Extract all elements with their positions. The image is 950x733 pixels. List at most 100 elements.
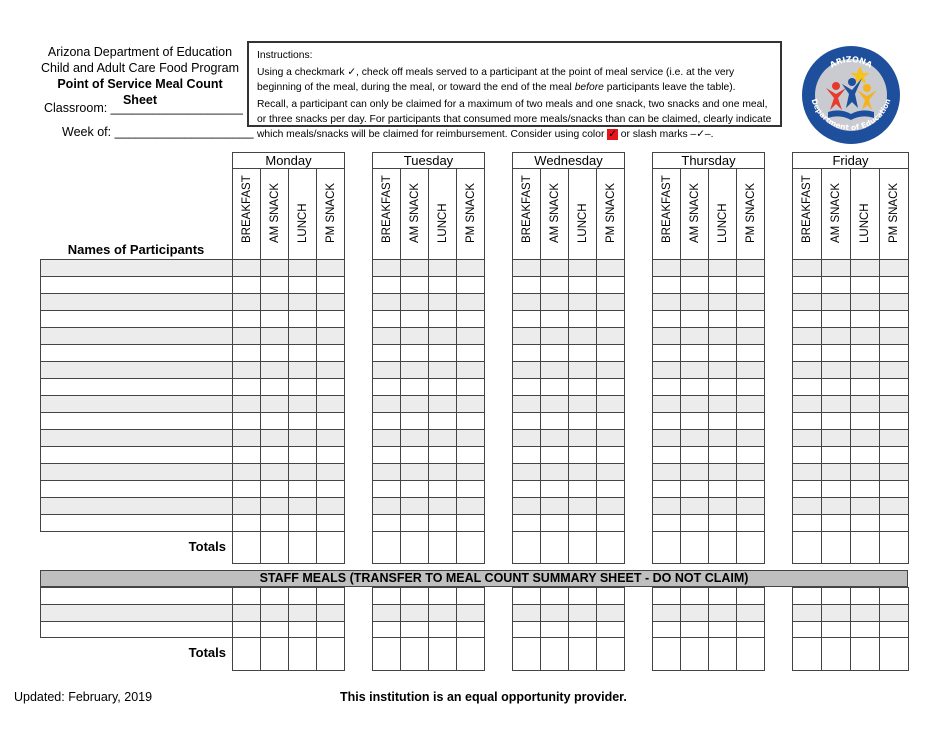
staff-check-cell[interactable]: [540, 604, 569, 622]
meal-check-cell[interactable]: [879, 310, 909, 328]
meal-check-cell[interactable]: [316, 497, 345, 515]
staff-check-cell[interactable]: [400, 604, 429, 622]
meal-check-cell[interactable]: [821, 361, 851, 379]
meal-check-cell[interactable]: [232, 497, 261, 515]
staff-check-cell[interactable]: [596, 621, 625, 638]
meal-check-cell[interactable]: [512, 395, 541, 413]
meal-check-cell[interactable]: [512, 327, 541, 345]
staff-check-cell[interactable]: [260, 587, 289, 605]
meal-check-cell[interactable]: [260, 480, 289, 498]
meal-check-cell[interactable]: [821, 327, 851, 345]
meal-check-cell[interactable]: [316, 293, 345, 311]
meal-check-cell[interactable]: [708, 344, 737, 362]
meal-check-cell[interactable]: [596, 497, 625, 515]
participant-name-field[interactable]: [40, 259, 233, 277]
staff-total-cell[interactable]: [288, 637, 317, 671]
staff-check-cell[interactable]: [792, 604, 822, 622]
meal-check-cell[interactable]: [400, 514, 429, 532]
meal-check-cell[interactable]: [540, 259, 569, 277]
meal-check-cell[interactable]: [400, 395, 429, 413]
meal-check-cell[interactable]: [260, 412, 289, 430]
staff-name-field[interactable]: [40, 621, 233, 638]
meal-check-cell[interactable]: [792, 446, 822, 464]
meal-check-cell[interactable]: [652, 378, 681, 396]
meal-check-cell[interactable]: [428, 463, 457, 481]
meal-check-cell[interactable]: [456, 412, 485, 430]
staff-check-cell[interactable]: [568, 621, 597, 638]
staff-check-cell[interactable]: [792, 621, 822, 638]
meal-check-cell[interactable]: [456, 514, 485, 532]
meal-check-cell[interactable]: [512, 344, 541, 362]
meal-check-cell[interactable]: [400, 497, 429, 515]
participant-name-field[interactable]: [40, 293, 233, 311]
staff-check-cell[interactable]: [232, 604, 261, 622]
staff-check-cell[interactable]: [316, 587, 345, 605]
meal-check-cell[interactable]: [512, 497, 541, 515]
meal-check-cell[interactable]: [821, 395, 851, 413]
meal-check-cell[interactable]: [708, 514, 737, 532]
staff-total-cell[interactable]: [652, 637, 681, 671]
meal-check-cell[interactable]: [708, 395, 737, 413]
meal-check-cell[interactable]: [568, 480, 597, 498]
meal-check-cell[interactable]: [372, 480, 401, 498]
meal-check-cell[interactable]: [708, 361, 737, 379]
meal-check-cell[interactable]: [596, 259, 625, 277]
meal-check-cell[interactable]: [372, 378, 401, 396]
meal-check-cell[interactable]: [792, 310, 822, 328]
meal-check-cell[interactable]: [850, 446, 880, 464]
meal-check-cell[interactable]: [512, 463, 541, 481]
staff-check-cell[interactable]: [316, 604, 345, 622]
meal-check-cell[interactable]: [232, 412, 261, 430]
meal-check-cell[interactable]: [821, 293, 851, 311]
meal-check-cell[interactable]: [428, 480, 457, 498]
meal-check-cell[interactable]: [512, 378, 541, 396]
meal-check-cell[interactable]: [232, 344, 261, 362]
meal-check-cell[interactable]: [736, 361, 765, 379]
meal-check-cell[interactable]: [568, 310, 597, 328]
meal-check-cell[interactable]: [260, 497, 289, 515]
meal-check-cell[interactable]: [879, 463, 909, 481]
meal-check-cell[interactable]: [512, 276, 541, 294]
meal-check-cell[interactable]: [316, 259, 345, 277]
meal-check-cell[interactable]: [540, 293, 569, 311]
meal-check-cell[interactable]: [400, 361, 429, 379]
meal-check-cell[interactable]: [879, 514, 909, 532]
meal-check-cell[interactable]: [512, 480, 541, 498]
total-cell[interactable]: [652, 531, 681, 564]
meal-check-cell[interactable]: [372, 446, 401, 464]
meal-check-cell[interactable]: [540, 361, 569, 379]
meal-check-cell[interactable]: [232, 446, 261, 464]
meal-check-cell[interactable]: [372, 327, 401, 345]
staff-check-cell[interactable]: [568, 587, 597, 605]
meal-check-cell[interactable]: [232, 463, 261, 481]
meal-check-cell[interactable]: [316, 276, 345, 294]
meal-check-cell[interactable]: [400, 259, 429, 277]
staff-total-cell[interactable]: [708, 637, 737, 671]
staff-check-cell[interactable]: [372, 604, 401, 622]
meal-check-cell[interactable]: [568, 293, 597, 311]
total-cell[interactable]: [372, 531, 401, 564]
meal-check-cell[interactable]: [850, 259, 880, 277]
participant-name-field[interactable]: [40, 327, 233, 345]
meal-check-cell[interactable]: [850, 463, 880, 481]
meal-check-cell[interactable]: [232, 310, 261, 328]
meal-check-cell[interactable]: [540, 412, 569, 430]
meal-check-cell[interactable]: [652, 429, 681, 447]
meal-check-cell[interactable]: [540, 378, 569, 396]
meal-check-cell[interactable]: [512, 259, 541, 277]
meal-check-cell[interactable]: [850, 327, 880, 345]
meal-check-cell[interactable]: [540, 327, 569, 345]
meal-check-cell[interactable]: [792, 412, 822, 430]
meal-check-cell[interactable]: [652, 344, 681, 362]
meal-check-cell[interactable]: [260, 378, 289, 396]
meal-check-cell[interactable]: [680, 395, 709, 413]
staff-check-cell[interactable]: [260, 621, 289, 638]
meal-check-cell[interactable]: [428, 344, 457, 362]
meal-check-cell[interactable]: [736, 429, 765, 447]
staff-check-cell[interactable]: [821, 621, 851, 638]
meal-check-cell[interactable]: [736, 293, 765, 311]
meal-check-cell[interactable]: [232, 378, 261, 396]
total-cell[interactable]: [850, 531, 880, 564]
meal-check-cell[interactable]: [456, 259, 485, 277]
meal-check-cell[interactable]: [792, 259, 822, 277]
